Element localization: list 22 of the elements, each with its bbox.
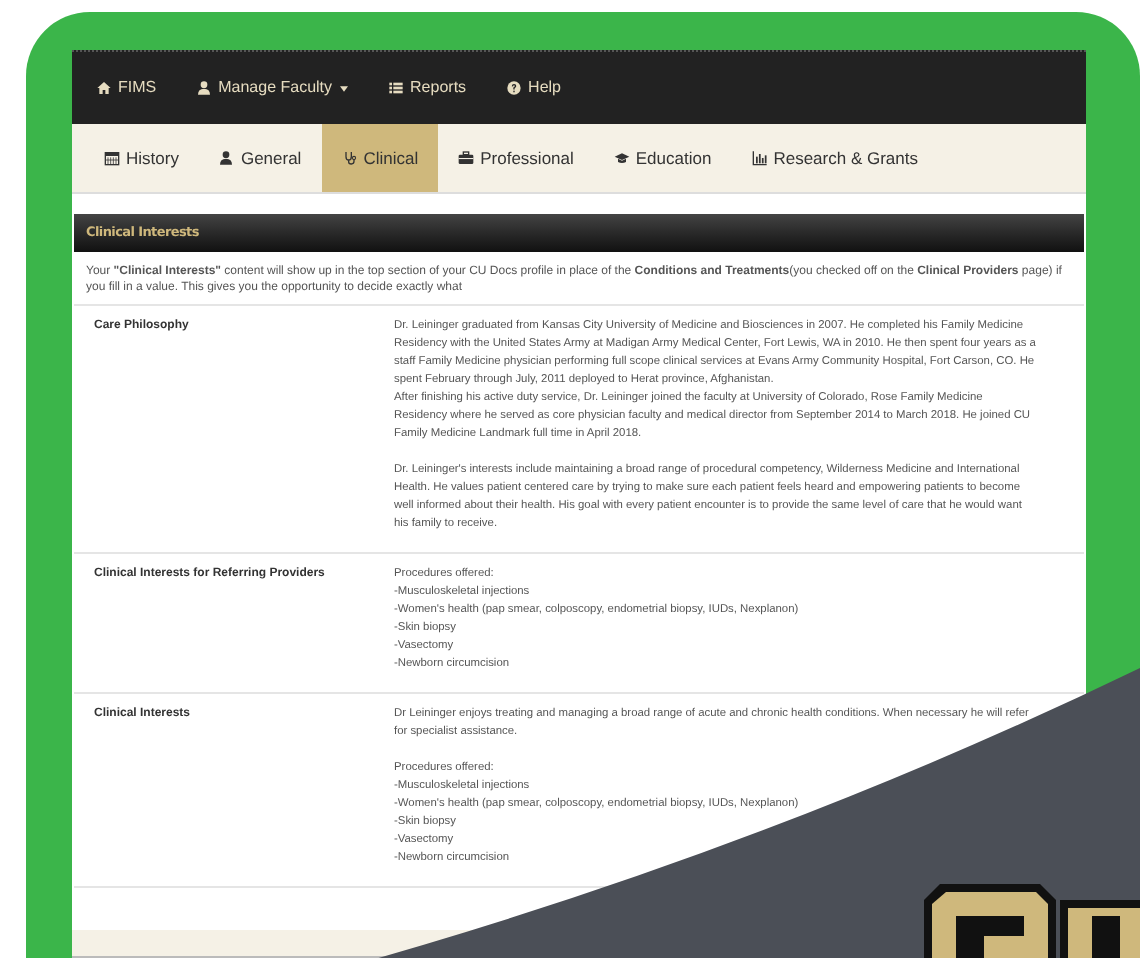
tab[interactable]: General bbox=[198, 124, 322, 192]
tab[interactable]: Professional bbox=[438, 124, 594, 192]
tab[interactable]: Research & Grants bbox=[731, 124, 938, 192]
user-icon bbox=[196, 80, 213, 96]
home-icon bbox=[96, 80, 112, 96]
briefcase-icon bbox=[458, 150, 475, 166]
logo-icon bbox=[924, 884, 1140, 958]
nav-link[interactable]: Help bbox=[506, 76, 561, 100]
caret-icon bbox=[340, 85, 349, 91]
stethoscope-icon bbox=[341, 150, 358, 166]
tab[interactable]: Clinical bbox=[321, 124, 439, 192]
user-icon bbox=[218, 150, 235, 166]
graduation-cap-icon bbox=[613, 150, 630, 166]
nav-link[interactable]: Manage Faculty bbox=[196, 76, 349, 100]
nav-link[interactable]: FIMS bbox=[96, 76, 157, 100]
help-icon bbox=[506, 80, 523, 96]
list-icon bbox=[388, 80, 405, 96]
bar-chart-icon bbox=[751, 150, 768, 166]
tab[interactable]: Education bbox=[593, 124, 732, 192]
nav-link[interactable]: Reports bbox=[388, 76, 467, 100]
calendar-icon bbox=[104, 150, 120, 166]
tab[interactable]: History bbox=[84, 124, 199, 192]
